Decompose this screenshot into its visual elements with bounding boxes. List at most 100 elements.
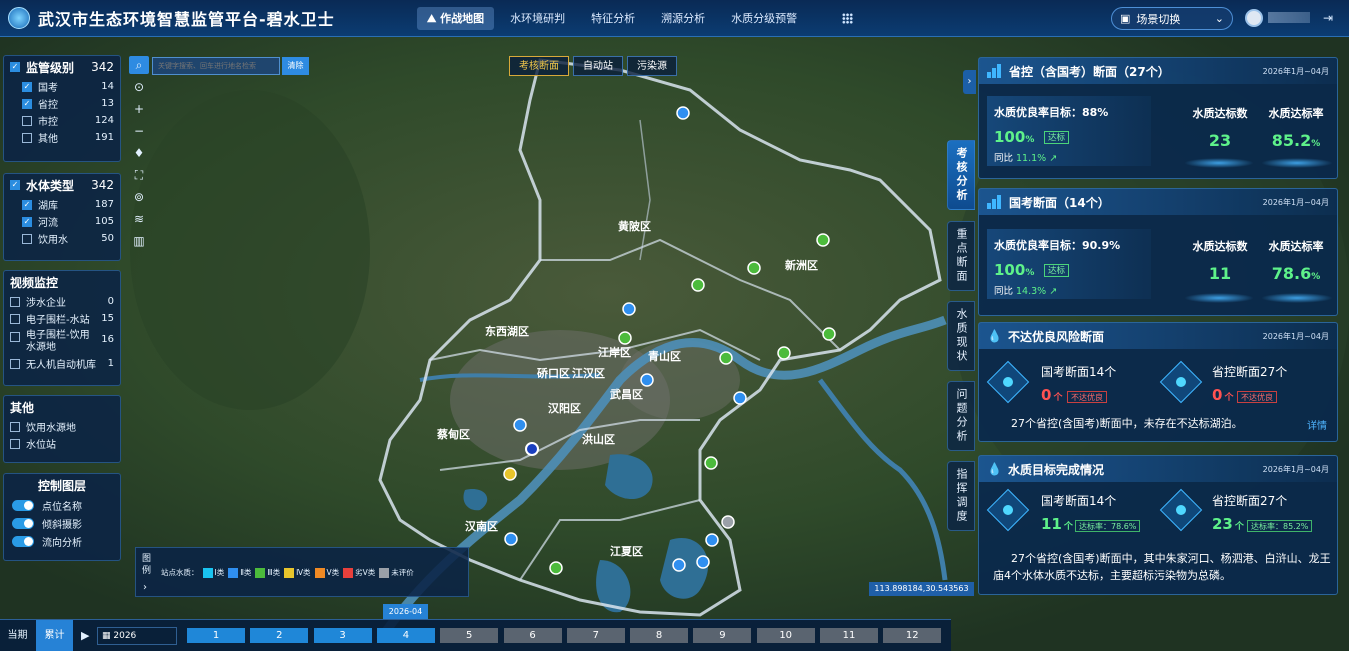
compliant-rate: 水质达标率 78.6% (1268, 240, 1324, 283)
filter-lake[interactable]: ✓ 湖库 187 (4, 196, 120, 213)
layer-oblique-photo[interactable]: 倾斜摄影 (4, 514, 120, 532)
checkbox[interactable] (22, 233, 32, 244)
month-button[interactable]: 11 (820, 628, 878, 643)
month-button[interactable]: 5 (440, 628, 499, 643)
tab-assessment-section[interactable]: 考核断面 (509, 56, 569, 76)
month-button[interactable]: 3 (313, 628, 372, 643)
station-marker (525, 442, 539, 456)
compliant-rate: 水质达标率 85.2% (1268, 107, 1324, 150)
filter-other[interactable]: 其他 191 (4, 129, 120, 146)
book-icon[interactable]: ▥ (129, 232, 149, 250)
month-button[interactable]: 8 (630, 628, 689, 643)
other-panel: 其他 饮用水源地 水位站 (3, 395, 121, 463)
station-marker (721, 515, 735, 529)
checkbox[interactable] (10, 421, 20, 432)
layer-point-name[interactable]: 点位名称 (4, 496, 120, 514)
month-button[interactable]: 4 (376, 628, 435, 643)
tab-key-sections[interactable]: 重点断面 (947, 221, 975, 291)
locate-icon[interactable]: ⊙ (129, 78, 149, 96)
filter-municipal[interactable]: 市控 124 (4, 112, 120, 129)
nav-item-source-tracing[interactable]: 溯源分析 (651, 7, 715, 30)
nav-item-water-env[interactable]: 水环境研判 (500, 7, 575, 30)
toggle[interactable] (12, 535, 34, 547)
measure-icon[interactable]: ⊚ (129, 188, 149, 206)
tab-assessment-analysis[interactable]: 考核分析 (947, 140, 975, 210)
year-picker[interactable]: ▦ 2026 (97, 627, 177, 645)
station-marker (733, 391, 747, 405)
toggle[interactable] (12, 499, 34, 511)
collapse-panel-icon[interactable]: › (963, 70, 976, 94)
nav-item-battle-map[interactable]: ⛰ 作战地图 (417, 7, 495, 30)
layer-flow-direction[interactable]: 流向分析 (4, 532, 120, 550)
checkbox[interactable] (10, 313, 20, 324)
checkbox[interactable] (10, 296, 20, 307)
toggle[interactable] (12, 517, 34, 529)
clear-button[interactable]: 清除 (282, 57, 309, 75)
target-box: 水质优良率目标：88% 100% 达标 同比 11.1% ↗ (987, 96, 1151, 166)
map-icon: ⛰ (427, 12, 441, 25)
tab-current-period[interactable]: 当期 (0, 620, 35, 651)
filter-water-enterprise[interactable]: 涉水企业 0 (4, 293, 120, 310)
tab-command-dispatch[interactable]: 指挥调度 (947, 461, 975, 531)
district-label: 汉阳区 (548, 401, 581, 415)
month-button[interactable]: 7 (566, 628, 625, 643)
filter-fence-drinking[interactable]: 电子围栏-饮用水源地 16 (4, 327, 120, 355)
filter-water-level-station[interactable]: 水位站 (4, 435, 120, 452)
tab-water-status[interactable]: 水质现状 (947, 301, 975, 371)
play-icon[interactable]: ▶ (81, 629, 89, 642)
checkbox[interactable]: ✓ (22, 98, 32, 109)
nav-item-feature-analysis[interactable]: 特征分析 (581, 7, 645, 30)
compass-icon[interactable]: ♦ (129, 144, 149, 162)
scene-switch-dropdown[interactable]: ▣ 场景切换 ⌄ (1111, 7, 1233, 30)
month-button[interactable]: 12 (883, 628, 942, 643)
filter-drone-hangar[interactable]: 无人机自动机库 1 (4, 355, 120, 372)
filter-drinking-water[interactable]: 饮用水 50 (4, 230, 120, 247)
tab-auto-station[interactable]: 自动站 (573, 56, 623, 76)
checkbox[interactable] (10, 438, 20, 449)
month-button[interactable]: 1 (187, 628, 245, 643)
filter-provincial[interactable]: ✓ 省控 13 (4, 95, 120, 112)
waterbody-all-checkbox[interactable]: ✓ (10, 180, 20, 190)
search-icon[interactable]: ⌕ (129, 56, 149, 74)
layer-control-panel: 控制图层 点位名称 倾斜摄影 流向分析 (3, 473, 121, 561)
filter-drinking-source[interactable]: 饮用水源地 (4, 418, 120, 435)
filter-national[interactable]: ✓ 国考 14 (4, 78, 120, 95)
zoom-in-icon[interactable]: + (129, 100, 149, 118)
checkbox[interactable] (10, 332, 20, 342)
filter-river[interactable]: ✓ 河流 105 (4, 213, 120, 230)
filter-fence-station[interactable]: 电子围栏-水站 15 (4, 310, 120, 327)
layers-icon[interactable]: ≋ (129, 210, 149, 228)
status-badge: 不达优良 (1237, 391, 1277, 403)
station-marker (503, 467, 517, 481)
risk-summary: 27个省控(含国考)断面中，未存在不达标湖泊。 (1011, 417, 1243, 430)
zoom-out-icon[interactable]: − (129, 122, 149, 140)
main-nav: ⛰ 作战地图 水环境研判 特征分析 溯源分析 水质分级预警 (417, 7, 807, 30)
checkbox[interactable] (22, 132, 32, 143)
checkbox[interactable]: ✓ (22, 81, 32, 92)
checkbox[interactable]: ✓ (22, 199, 32, 210)
details-link[interactable]: 详情 (1307, 417, 1327, 432)
supervision-level-panel: ✓ 监管级别 342 ✓ 国考 14 ✓ 省控 13 市控 124 其他 191 (3, 55, 121, 162)
checkbox[interactable] (10, 358, 20, 369)
logout-icon[interactable]: ⇥ (1323, 11, 1333, 25)
month-button[interactable]: 9 (693, 628, 752, 643)
supervision-all-checkbox[interactable]: ✓ (10, 62, 20, 72)
tab-cumulative[interactable]: 累计 (36, 620, 73, 651)
month-button[interactable]: 6 (503, 628, 562, 643)
checkbox[interactable] (22, 115, 32, 126)
tab-problem-analysis[interactable]: 问题分析 (947, 381, 975, 451)
month-button[interactable]: 10 (756, 628, 815, 643)
checkbox[interactable]: ✓ (22, 216, 32, 227)
target-box: 水质优良率目标：90.9% 100% 达标 同比 14.3% ↗ (987, 229, 1151, 299)
chevron-right-icon[interactable]: › (143, 582, 147, 593)
tab-pollution-source[interactable]: 污染源 (627, 56, 677, 76)
user-avatar[interactable] (1245, 9, 1263, 27)
water-drop-icon: 💧 (987, 462, 1002, 476)
fullscreen-icon[interactable]: ⛶ (129, 166, 149, 184)
search-input[interactable] (152, 57, 280, 75)
station-marker (691, 278, 705, 292)
nav-item-grade-warning[interactable]: 水质分级预警 (721, 7, 807, 30)
month-button[interactable]: 2 (250, 628, 309, 643)
app-grid-icon[interactable] (842, 13, 853, 24)
national-sections-card: 国考断面（14个） 2026年1月~04月 水质优良率目标：90.9% 100% … (978, 188, 1338, 316)
